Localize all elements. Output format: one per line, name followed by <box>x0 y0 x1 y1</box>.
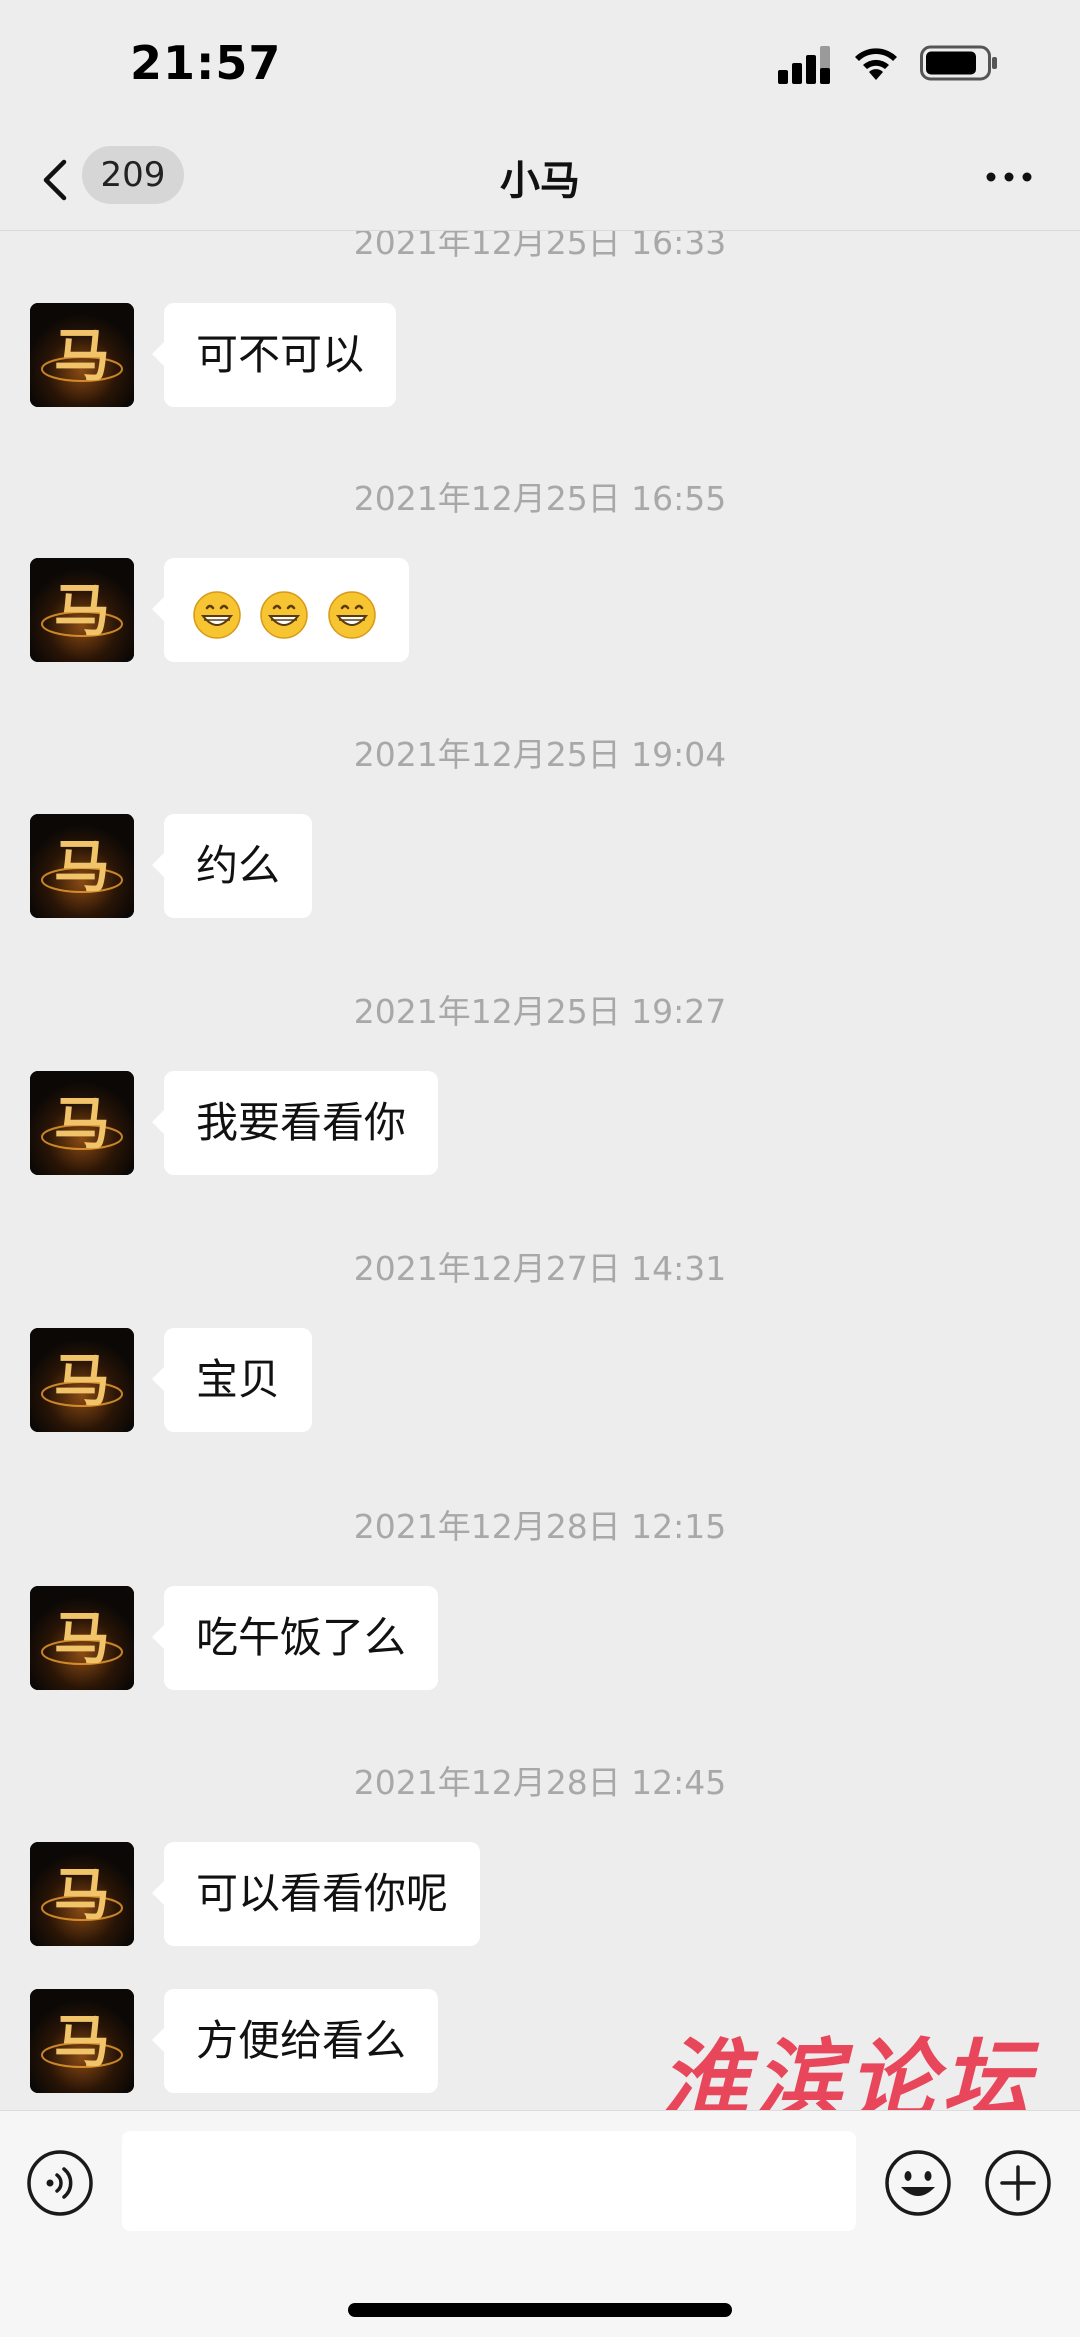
grinning-face-icon <box>193 591 241 639</box>
message-timestamp: 2021年12月27日 14:31 <box>353 1249 727 1288</box>
emoji-icon[interactable] <box>884 2149 952 2217</box>
message-timestamp: 2021年12月25日 16:55 <box>353 479 727 518</box>
wifi-icon <box>855 48 897 80</box>
voice-icon[interactable] <box>26 2149 94 2217</box>
message-timestamp: 2021年12月25日 19:04 <box>353 735 727 774</box>
home-indicator[interactable] <box>348 2303 732 2317</box>
message-bubble[interactable]: 吃午饭了么 <box>151 1586 439 1690</box>
cellular-signal-icon <box>778 46 830 84</box>
message-bubble[interactable]: 约么 <box>151 814 313 918</box>
message-input[interactable] <box>122 2131 856 2231</box>
avatar-glyph: 马 <box>54 578 110 644</box>
contact-avatar[interactable]: 马 <box>30 1989 134 2093</box>
plus-icon[interactable] <box>984 2149 1052 2217</box>
message-bubble[interactable]: 宝贝 <box>151 1328 313 1432</box>
message-timestamp: 2021年12月28日 12:45 <box>353 1763 727 1802</box>
message-timestamp: 2021年12月25日 19:27 <box>353 992 727 1031</box>
avatar-glyph: 马 <box>54 1091 110 1157</box>
battery-icon <box>920 45 997 81</box>
message-bubble[interactable]: 可以看看你呢 <box>151 1842 481 1946</box>
contact-avatar[interactable]: 马 <box>30 1586 134 1690</box>
avatar-glyph: 马 <box>54 323 110 389</box>
message-bubble[interactable] <box>152 558 409 665</box>
message-timestamp: 2021年12月28日 12:15 <box>353 1507 727 1546</box>
avatar-glyph: 马 <box>54 1862 110 1928</box>
grinning-face-icon <box>327 591 376 639</box>
contact-avatar[interactable]: 马 <box>30 303 134 407</box>
avatar-glyph: 马 <box>54 2009 110 2075</box>
message-timestamp: 2021年12月25日 16:33 <box>353 231 727 262</box>
input-bar <box>0 2110 1080 2337</box>
contact-avatar[interactable]: 马 <box>30 1842 134 1946</box>
message-list[interactable]: 2021年12月25日 16:33 马 可不可以 2021年12月25日 16:… <box>0 231 1080 2110</box>
avatar-glyph: 马 <box>54 834 110 900</box>
status-bar: 21:57 <box>0 0 1080 130</box>
more-horizontal-icon[interactable] <box>984 160 1034 194</box>
contact-avatar[interactable]: 马 <box>30 814 134 918</box>
status-time: 21:57 <box>130 36 282 90</box>
contact-avatar[interactable]: 马 <box>30 558 134 662</box>
avatar-glyph: 马 <box>54 1606 110 1672</box>
nav-bar: 209 小马 <box>0 130 1080 231</box>
avatar-glyph: 马 <box>54 1348 110 1414</box>
grinning-face-icon <box>260 591 309 639</box>
chat-screen: 21:57 209 小马 2021年12月25日 16:33 马 可不可以 20… <box>0 0 1080 2337</box>
contact-avatar[interactable]: 马 <box>30 1071 134 1175</box>
contact-avatar[interactable]: 马 <box>30 1328 134 1432</box>
emoji-group <box>192 561 381 665</box>
message-bubble[interactable]: 可不可以 <box>151 303 397 407</box>
message-bubble[interactable]: 我要看看你 <box>151 1071 439 1175</box>
message-bubble[interactable]: 方便给看么 <box>151 1989 439 2093</box>
chat-title: 小马 <box>500 158 580 204</box>
